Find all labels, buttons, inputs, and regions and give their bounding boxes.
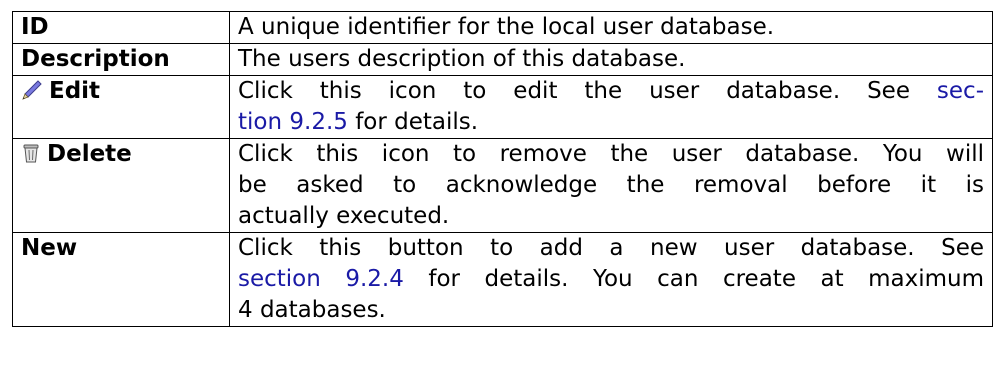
description-edit-text-2: for details. [347, 109, 479, 135]
description-description-line: The users description of this database. [238, 46, 686, 72]
section-9-2-5-link-part1[interactable]: sec- [937, 78, 984, 104]
description-edit-line-1: Click this icon to edit the user databas… [238, 76, 984, 107]
table-row-description: Description The users description of thi… [12, 43, 993, 76]
description-id: A unique identifier for the local user d… [229, 11, 993, 44]
description-delete-line-1: Click this icon to remove the user datab… [238, 141, 984, 167]
term-new: New [12, 232, 230, 327]
description-new-line-1: Click this button to add a new user data… [238, 235, 984, 261]
definition-table: ID A unique identifier for the local use… [12, 11, 993, 327]
section-9-2-5-link-part2[interactable]: tion 9.2.5 [238, 109, 348, 135]
description-delete-line-2: be asked to acknowledge the removal befo… [238, 172, 984, 198]
table-row-edit: Edit Click this icon to edit the user da… [12, 75, 993, 139]
description-new: Click this button to add a new user data… [229, 232, 993, 327]
description-new-line-3: 4 databases. [238, 297, 386, 323]
description-delete-line-3: actually executed. [238, 203, 450, 229]
section-9-2-4-link[interactable]: section 9.2.4 [238, 266, 404, 292]
term-id: ID [12, 11, 230, 44]
table-row-new: New Click this button to add a new user … [12, 232, 993, 327]
pencil-icon [21, 79, 43, 110]
description-delete: Click this icon to remove the user datab… [229, 138, 993, 233]
term-delete-cell: Delete [12, 138, 230, 233]
description-new-line-2: section 9.2.4 for details. You can creat… [238, 264, 984, 295]
table-row-id: ID A unique identifier for the local use… [12, 11, 993, 44]
description-id-line: A unique identifier for the local user d… [238, 14, 775, 40]
term-description: Description [12, 43, 230, 76]
description-edit: Click this icon to edit the user databas… [229, 75, 993, 139]
description-new-text-2: for details. You can create at maximum [403, 266, 984, 292]
term-delete-label: Delete [47, 141, 132, 167]
term-edit-label: Edit [49, 78, 101, 104]
term-edit-cell: Edit [12, 75, 230, 139]
description-edit-text-1: Click this icon to edit the user databas… [238, 78, 937, 104]
description-edit-line-2: tion 9.2.5 for details. [238, 107, 984, 138]
trash-icon [21, 142, 41, 173]
table-row-delete: Delete Click this icon to remove the use… [12, 138, 993, 233]
description-description: The users description of this database. [229, 43, 993, 76]
